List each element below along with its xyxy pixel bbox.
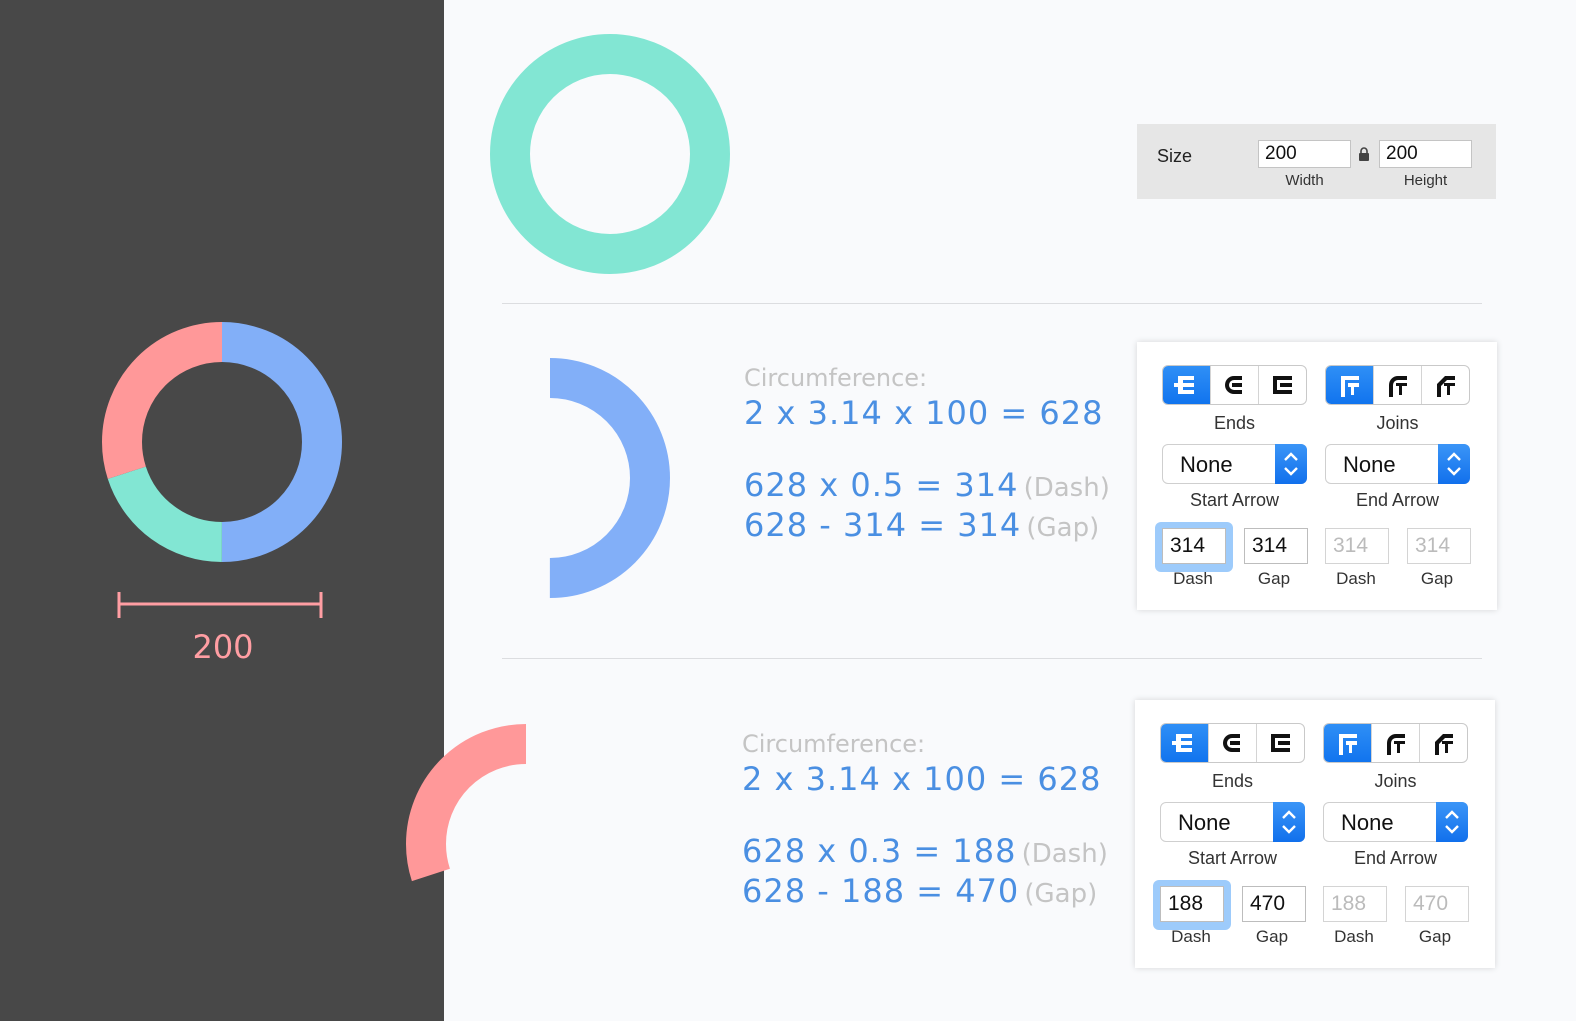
measure-label: 200 — [192, 628, 254, 666]
gap-label-1: Gap — [1257, 569, 1291, 588]
join-round-button[interactable] — [1372, 724, 1420, 762]
cap-butt-button[interactable] — [1161, 724, 1209, 762]
chevron-updown-icon — [1447, 452, 1461, 476]
joins-label: Joins — [1374, 771, 1417, 791]
size-label: Size — [1157, 146, 1193, 166]
join-miter-icon — [1340, 376, 1359, 397]
dash-input-1[interactable]: 188 — [1160, 886, 1224, 922]
join-miter-button[interactable] — [1324, 724, 1372, 762]
joins-segmented-control — [1325, 365, 1470, 405]
formula-gap: 628 - 188 = 470 — [742, 872, 1020, 910]
formula-title: Circumference: — [742, 730, 926, 758]
ends-label: Ends — [1211, 771, 1254, 791]
cap-round-button[interactable] — [1209, 724, 1257, 762]
ring-circle — [490, 34, 730, 274]
start-arrow-label: Start Arrow — [1189, 490, 1280, 510]
formula-dash: 628 x 0.3 = 188 — [742, 832, 1017, 870]
end-arrow-select[interactable]: None — [1323, 802, 1468, 842]
gap-input-1[interactable]: 470 — [1242, 886, 1306, 922]
join-round-button[interactable] — [1374, 366, 1422, 404]
formula-dash-hint: (Dash) — [1023, 473, 1110, 503]
ends-segmented-control — [1160, 723, 1305, 763]
end-arrow-label: End Arrow — [1353, 848, 1438, 868]
join-round-icon — [1388, 376, 1407, 397]
divider — [502, 303, 1482, 304]
cap-square-button[interactable] — [1259, 366, 1306, 404]
chevron-updown-icon — [1445, 810, 1459, 834]
ends-segmented-control — [1162, 365, 1307, 405]
formula-block: Circumference: 2 x 3.14 x 100 = 628 628 … — [742, 730, 1108, 910]
height-caption: Height — [1403, 172, 1448, 189]
stroke-panel: Ends Joins None None Start Arrow End Arr… — [1135, 700, 1495, 968]
dash-label-1: Dash — [1171, 927, 1211, 946]
dash-arc-2 — [406, 724, 646, 964]
end-arrow-value: None — [1343, 452, 1396, 477]
gap-label-1: Gap — [1255, 927, 1289, 946]
full-ring — [490, 34, 730, 274]
join-bevel-icon — [1436, 376, 1455, 397]
cap-round-icon — [1224, 376, 1242, 394]
start-arrow-label: Start Arrow — [1187, 848, 1278, 868]
dash-input-2[interactable]: 188 — [1323, 886, 1387, 922]
gap-input-2[interactable]: 470 — [1405, 886, 1469, 922]
divider — [502, 658, 1482, 659]
arc-stroke — [430, 358, 670, 598]
join-bevel-icon — [1434, 734, 1453, 755]
sidebar-preview: 200 — [0, 0, 444, 1021]
start-arrow-select[interactable]: None — [1162, 444, 1307, 484]
cap-square-button[interactable] — [1257, 724, 1304, 762]
arc-stroke — [406, 724, 646, 964]
formula-circumference: 2 x 3.14 x 100 = 628 — [742, 760, 1102, 798]
measure-indicator — [117, 592, 323, 618]
cap-square-icon — [1272, 376, 1292, 394]
cap-round-button[interactable] — [1211, 366, 1259, 404]
chevron-updown-icon — [1282, 810, 1296, 834]
gap-input-2[interactable]: 314 — [1407, 528, 1471, 564]
stroke-panel: Ends Joins None None Start Arrow End Arr… — [1137, 342, 1497, 610]
height-input[interactable]: 200 — [1379, 140, 1472, 168]
end-arrow-label: End Arrow — [1355, 490, 1440, 510]
gap-label-2: Gap — [1420, 569, 1454, 588]
formula-circumference: 2 x 3.14 x 100 = 628 — [744, 394, 1104, 432]
gap-input-1[interactable]: 314 — [1244, 528, 1308, 564]
join-miter-button[interactable] — [1326, 366, 1374, 404]
cap-butt-icon — [1173, 376, 1194, 394]
cap-round-icon — [1222, 734, 1240, 752]
dash-input-2[interactable]: 314 — [1325, 528, 1389, 564]
join-bevel-button[interactable] — [1420, 724, 1467, 762]
dash-label-2: Dash — [1336, 569, 1376, 588]
join-round-icon — [1386, 734, 1405, 755]
start-arrow-select[interactable]: None — [1160, 802, 1305, 842]
dash-label-2: Dash — [1334, 927, 1374, 946]
donut-chart — [102, 322, 342, 562]
end-arrow-value: None — [1341, 810, 1394, 835]
dash-label-1: Dash — [1173, 569, 1213, 588]
cap-butt-button[interactable] — [1163, 366, 1211, 404]
join-miter-icon — [1338, 734, 1357, 755]
chevron-updown-icon — [1284, 452, 1298, 476]
width-caption: Width — [1285, 172, 1324, 189]
cap-butt-icon — [1171, 734, 1192, 752]
formula-gap: 628 - 314 = 314 — [744, 506, 1022, 544]
start-arrow-value: None — [1180, 452, 1233, 477]
joins-segmented-control — [1323, 723, 1468, 763]
dash-arc-1 — [430, 358, 670, 598]
start-arrow-value: None — [1178, 810, 1231, 835]
cap-square-icon — [1270, 734, 1290, 752]
formula-title: Circumference: — [744, 364, 928, 392]
formula-gap-hint: (Gap) — [1024, 879, 1098, 909]
formula-dash: 628 x 0.5 = 314 — [744, 466, 1019, 504]
dash-input-1[interactable]: 314 — [1162, 528, 1226, 564]
joins-label: Joins — [1376, 413, 1419, 433]
width-input[interactable]: 200 — [1258, 140, 1351, 168]
gap-label-2: Gap — [1418, 927, 1452, 946]
size-panel: Size 200 200 Width Height — [1137, 124, 1496, 199]
end-arrow-select[interactable]: None — [1325, 444, 1470, 484]
join-bevel-button[interactable] — [1422, 366, 1469, 404]
ends-label: Ends — [1213, 413, 1256, 433]
formula-dash-hint: (Dash) — [1021, 839, 1108, 869]
lock-icon[interactable] — [1357, 146, 1371, 162]
formula-gap-hint: (Gap) — [1026, 513, 1100, 543]
formula-block: Circumference: 2 x 3.14 x 100 = 628 628 … — [744, 364, 1110, 544]
